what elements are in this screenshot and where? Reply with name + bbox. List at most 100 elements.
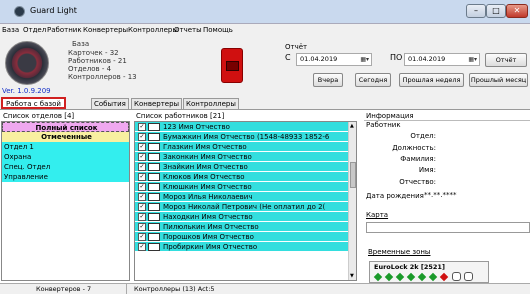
employee-row[interactable]: ✓ Клюков Имя Отчество	[135, 172, 356, 182]
employee-name: 123 Имя Отчество	[163, 123, 230, 131]
dept-item[interactable]: Управление	[2, 172, 129, 182]
employee-name: Бумажкин Имя Отчество (1548-48933 1852-6	[163, 133, 330, 141]
from-label: С	[285, 53, 291, 62]
menu-dept[interactable]: Отдел	[23, 26, 46, 34]
employee-checkbox[interactable]: ✓	[138, 153, 146, 161]
employee-checkbox[interactable]: ✓	[138, 203, 146, 211]
field-patronymic-label: Отчество:	[399, 178, 436, 186]
employee-name: Порошков Имя Отчество	[163, 233, 254, 241]
version-label: Ver. 1.0.9.209	[2, 87, 51, 95]
close-button[interactable]: ✕	[506, 4, 528, 18]
date-from-field[interactable]: 01.04.2019 ▦▾	[296, 53, 372, 66]
status-controllers: Контроллеры (13) Act:5	[134, 285, 215, 293]
device-icon	[221, 48, 243, 83]
employee-name: Клюков Имя Отчество	[163, 173, 245, 181]
employee-row[interactable]: ✓ Глазкин Имя Отчество	[135, 142, 356, 152]
dept-item[interactable]: Отдел 1	[2, 142, 129, 152]
menu-converters[interactable]: Конвертеры	[83, 26, 128, 34]
calendar-icon[interactable]: ▦▾	[468, 54, 477, 65]
yesterday-button[interactable]: Вчера	[313, 73, 343, 87]
employee-row[interactable]: ✓ Клюшкин Имя Отчество	[135, 182, 356, 192]
scroll-down-icon[interactable]: ▼	[350, 273, 354, 279]
employees-list[interactable]: ✓ 123 Имя Отчество ✓ Бумажкин Имя Отчество…	[134, 121, 357, 281]
employee-checkbox[interactable]: ✓	[138, 223, 146, 231]
menu-help[interactable]: Помощь	[203, 26, 233, 34]
employee-row[interactable]: ✓ Законкин Имя Отчество	[135, 152, 356, 162]
employee-name: Мороз Николай Петрович (Не оплатил до 2(	[163, 203, 326, 211]
field-position-label: Должность:	[392, 144, 436, 152]
lock-card[interactable]: EuroLock 2k [2521]	[369, 261, 489, 283]
card-field[interactable]	[366, 222, 530, 233]
employee-checkbox[interactable]: ✓	[138, 143, 146, 151]
zone-on-icon	[395, 272, 405, 282]
employee-checkbox[interactable]: ✓	[138, 233, 146, 241]
scroll-up-icon[interactable]: ▲	[350, 123, 354, 129]
employee-row[interactable]: ✓ Пилюлькин Имя Отчество	[135, 222, 356, 232]
menu-bar: База Отдел Работник Конвертеры Контролле…	[0, 25, 530, 37]
divider	[126, 284, 127, 294]
birth-value: **.**.****	[424, 191, 457, 199]
report-button[interactable]: Отчёт	[485, 53, 527, 67]
employee-name: Знайкин Имя Отчество	[163, 163, 248, 171]
card-color-swatch	[148, 163, 160, 171]
employee-name: Мороз Илья Николаевич	[163, 193, 253, 201]
status-converters: Конвертеров - 7	[36, 285, 92, 293]
scroll-thumb[interactable]	[350, 162, 356, 188]
employee-row[interactable]: ✓ Пробиркин Имя Отчество	[135, 242, 356, 252]
employee-checkbox[interactable]: ✓	[138, 193, 146, 201]
info-header: Информация	[366, 112, 414, 120]
tab-converters[interactable]: Конвертеры	[131, 98, 183, 109]
menu-db[interactable]: База	[2, 26, 19, 34]
dept-item[interactable]: Спец. Отдел	[2, 162, 129, 172]
employee-row[interactable]: ✓ Мороз Николай Петрович (Не оплатил до 2…	[135, 202, 356, 212]
tab-controllers[interactable]: Контроллеры	[183, 98, 239, 109]
employee-row[interactable]: ✓ Находкин Имя Отчество	[135, 212, 356, 222]
card-color-swatch	[148, 223, 160, 231]
last-week-button[interactable]: Прошлая неделя	[399, 73, 464, 87]
employees-header: Список работников [21]	[136, 112, 225, 120]
employee-checkbox[interactable]: ✓	[138, 213, 146, 221]
tab-strip: Работа с базой События Конвертеры Контро…	[0, 97, 530, 109]
employee-checkbox[interactable]: ✓	[138, 133, 146, 141]
employee-row[interactable]: ✓ Знайкин Имя Отчество	[135, 162, 356, 172]
card-color-swatch	[148, 183, 160, 191]
field-name-label: Имя:	[418, 166, 436, 174]
employee-name: Клюшкин Имя Отчество	[163, 183, 252, 191]
date-to-value: 01.04.2019	[408, 55, 446, 63]
dept-item[interactable]: Охрана	[2, 152, 129, 162]
employee-row[interactable]: ✓ Порошков Имя Отчество	[135, 232, 356, 242]
menu-worker[interactable]: Работник	[47, 26, 82, 34]
title-bar: Guard Light – □ ✕	[0, 0, 530, 24]
last-month-button[interactable]: Прошлый месяц	[469, 73, 528, 87]
employee-row[interactable]: ✓ Бумажкин Имя Отчество (1548-48933 1852-…	[135, 132, 356, 142]
card-color-swatch	[148, 143, 160, 151]
employee-checkbox[interactable]: ✓	[138, 243, 146, 251]
status-bar: Конвертеров - 7 Контроллеры (13) Act:5	[0, 283, 530, 294]
date-from-value: 01.04.2019	[300, 55, 338, 63]
dept-item-full[interactable]: Полный список	[2, 122, 129, 132]
maximize-button[interactable]: □	[486, 4, 506, 18]
employee-row[interactable]: ✓ Мороз Илья Николаевич	[135, 192, 356, 202]
menu-controllers[interactable]: Контроллеры	[128, 26, 178, 34]
departments-list[interactable]: Полный список Отмеченные Отдел 1 Охрана …	[1, 121, 130, 281]
employees-scrollbar[interactable]: ▲ ▼	[348, 122, 356, 280]
zone-on-icon	[384, 272, 394, 282]
calendar-icon[interactable]: ▦▾	[360, 54, 369, 65]
employee-checkbox[interactable]: ✓	[138, 123, 146, 131]
today-button[interactable]: Сегодня	[355, 73, 391, 87]
dept-item-marked[interactable]: Отмеченные	[2, 132, 129, 142]
employee-checkbox[interactable]: ✓	[138, 163, 146, 171]
zone-on-icon	[417, 272, 427, 282]
employee-checkbox[interactable]: ✓	[138, 183, 146, 191]
employee-row[interactable]: ✓ 123 Имя Отчество	[135, 122, 356, 132]
menu-reports[interactable]: Отчеты	[174, 26, 202, 34]
employee-checkbox[interactable]: ✓	[138, 173, 146, 181]
tab-database[interactable]: Работа с базой	[1, 97, 66, 109]
zone-slot-icon	[452, 272, 461, 281]
card-color-swatch	[148, 123, 160, 131]
card-color-swatch	[148, 203, 160, 211]
date-to-field[interactable]: 01.04.2019 ▦▾	[404, 53, 480, 66]
tab-events[interactable]: События	[91, 98, 129, 109]
minimize-button[interactable]: –	[466, 4, 486, 18]
zone-on-icon	[406, 272, 416, 282]
